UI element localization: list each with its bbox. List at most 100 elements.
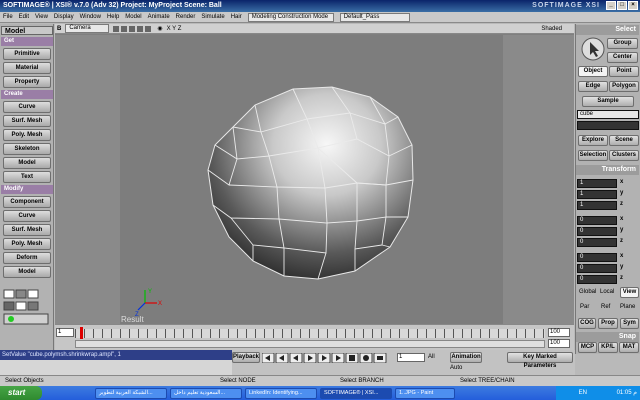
- ref-ref-button[interactable]: Ref: [601, 304, 610, 310]
- taskbar-item[interactable]: الشبكة العربية لتطوير...: [95, 387, 167, 399]
- command-line[interactable]: SetValue "cube.polymsh.shrinkwrap.ampl",…: [0, 350, 232, 360]
- menu-render[interactable]: Render: [176, 14, 196, 20]
- modify-surf-mesh-button[interactable]: Surf. Mesh: [3, 224, 51, 236]
- menu-model[interactable]: Model: [125, 14, 141, 20]
- modify-model-button[interactable]: Model: [3, 266, 51, 278]
- selection-button[interactable]: Selection: [578, 150, 608, 161]
- menu-window[interactable]: Window: [80, 14, 101, 20]
- sample-button[interactable]: Sample: [582, 96, 634, 107]
- rotate-z-field[interactable]: 0: [577, 238, 617, 247]
- playback-menu-button[interactable]: Playback: [232, 352, 260, 363]
- ball-mesh[interactable]: [207, 86, 414, 280]
- selection-field[interactable]: cube: [577, 110, 639, 119]
- transport-icons[interactable]: [262, 353, 397, 363]
- ref-global-button[interactable]: Global: [579, 289, 596, 295]
- get-primitive-button[interactable]: Primitive: [3, 48, 51, 60]
- get-material-button[interactable]: Material: [3, 62, 51, 74]
- create-surf-mesh-button[interactable]: Surf. Mesh: [3, 115, 51, 127]
- timeline-end-field[interactable]: 100: [548, 328, 570, 337]
- axes-toggle[interactable]: X Y Z: [167, 26, 182, 32]
- modify-component-button[interactable]: Component: [3, 196, 51, 208]
- timeline-range-bar[interactable]: [75, 340, 545, 348]
- create-model-button[interactable]: Model: [3, 157, 51, 169]
- sym-button[interactable]: Sym: [620, 318, 639, 329]
- cog-button[interactable]: COG: [578, 318, 596, 329]
- selection-list[interactable]: [577, 121, 639, 130]
- key-marked-parameters-button[interactable]: Key Marked Parameters: [507, 352, 573, 369]
- viewport-scene[interactable]: Y X Z Result: [55, 35, 574, 324]
- scale-z-field[interactable]: 1: [577, 201, 617, 210]
- pass-dropdown[interactable]: Default_Pass: [339, 12, 410, 22]
- create-skeleton-button[interactable]: Skeleton: [3, 143, 51, 155]
- prop-button[interactable]: Prop: [598, 318, 618, 329]
- menu-help[interactable]: Help: [107, 14, 119, 20]
- timeline-ruler[interactable]: [75, 329, 545, 338]
- toolbar-selector[interactable]: Model: [1, 26, 53, 35]
- select-arrow-icon[interactable]: [581, 37, 605, 61]
- translate-x-field[interactable]: 0: [577, 253, 617, 262]
- taskbar-item[interactable]: 1..JPG - Paint: [395, 387, 455, 399]
- filter-edge-button[interactable]: Edge: [578, 81, 608, 92]
- current-frame-field[interactable]: 1: [397, 353, 425, 362]
- center-button[interactable]: Center: [607, 52, 638, 63]
- modify-curve-button[interactable]: Curve: [3, 210, 51, 222]
- construction-mode-dropdown[interactable]: Modeling Construction Mode: [247, 12, 334, 22]
- close-button[interactable]: ×: [628, 1, 638, 10]
- ref-plane-button[interactable]: Plane: [620, 304, 635, 310]
- filter-polygon-button[interactable]: Polygon: [609, 81, 639, 92]
- rotate-x-field[interactable]: 0: [577, 216, 617, 225]
- create-poly-mesh-button[interactable]: Poly. Mesh: [3, 129, 51, 141]
- auto-key-toggle[interactable]: Auto: [450, 365, 462, 371]
- timeline-start-field[interactable]: 1: [56, 328, 74, 337]
- menu-display[interactable]: Display: [54, 14, 74, 20]
- explore-button[interactable]: Explore: [578, 135, 608, 146]
- minimize-button[interactable]: _: [606, 1, 616, 10]
- playhead-marker[interactable]: [80, 327, 83, 339]
- palette-icons[interactable]: [1, 288, 53, 332]
- create-text-button[interactable]: Text: [3, 171, 51, 183]
- ref-view-button[interactable]: View: [620, 287, 639, 298]
- scale-x-field[interactable]: 1: [577, 179, 617, 188]
- menu-hair[interactable]: Hair: [231, 14, 242, 20]
- playback-all-toggle[interactable]: All: [428, 354, 435, 360]
- clusters-button[interactable]: Clusters: [609, 150, 639, 161]
- timeline[interactable]: 1 100 100: [55, 324, 574, 350]
- menu-simulate[interactable]: Simulate: [201, 14, 224, 20]
- translate-y-field[interactable]: 0: [577, 264, 617, 273]
- shade-mode-dropdown[interactable]: Shaded: [541, 26, 562, 32]
- modify-poly-mesh-button[interactable]: Poly. Mesh: [3, 238, 51, 250]
- start-button[interactable]: start: [0, 386, 42, 400]
- ref-par-button[interactable]: Par: [580, 304, 589, 310]
- scene-button[interactable]: Scene: [609, 135, 639, 146]
- ref-local-button[interactable]: Local: [600, 289, 614, 295]
- language-indicator[interactable]: EN: [579, 390, 587, 396]
- mcp-tab[interactable]: MCP: [578, 342, 597, 353]
- menu-view[interactable]: View: [35, 14, 48, 20]
- animation-menu-button[interactable]: Animation: [450, 352, 482, 363]
- status-bar: Select Objects Select NODE Select BRANCH…: [0, 375, 640, 386]
- rotate-y-field[interactable]: 0: [577, 227, 617, 236]
- get-property-button[interactable]: Property: [3, 76, 51, 88]
- script-area[interactable]: [0, 360, 232, 375]
- group-button[interactable]: Group: [607, 38, 638, 49]
- create-curve-button[interactable]: Curve: [3, 101, 51, 113]
- view-toggles[interactable]: [113, 25, 154, 32]
- translate-z-field[interactable]: 0: [577, 275, 617, 284]
- menu-animate[interactable]: Animate: [148, 14, 170, 20]
- maximize-button[interactable]: □: [617, 1, 627, 10]
- scale-y-field[interactable]: 1: [577, 190, 617, 199]
- camera-dropdown[interactable]: Camera: [65, 24, 110, 33]
- taskbar-item[interactable]: LinkedIn: Identifying...: [245, 387, 317, 399]
- timeline-end2-field[interactable]: 100: [548, 339, 570, 348]
- kpl-tab[interactable]: KP/L: [598, 342, 618, 353]
- modify-deform-button[interactable]: Deform: [3, 252, 51, 264]
- mcp-panel: Select Group Center Object Point Edge Po…: [575, 24, 640, 354]
- filter-object-button[interactable]: Object: [578, 66, 608, 77]
- taskbar-item[interactable]: السعودية تعليم داخل...: [170, 387, 242, 399]
- taskbar-item-active[interactable]: SOFTIMAGE® | XSI...: [320, 387, 392, 399]
- eye-icon[interactable]: ◉: [157, 25, 162, 32]
- menu-file[interactable]: File: [3, 14, 13, 20]
- filter-point-button[interactable]: Point: [609, 66, 639, 77]
- mat-tab[interactable]: MAT: [619, 342, 639, 353]
- menu-edit[interactable]: Edit: [19, 14, 29, 20]
